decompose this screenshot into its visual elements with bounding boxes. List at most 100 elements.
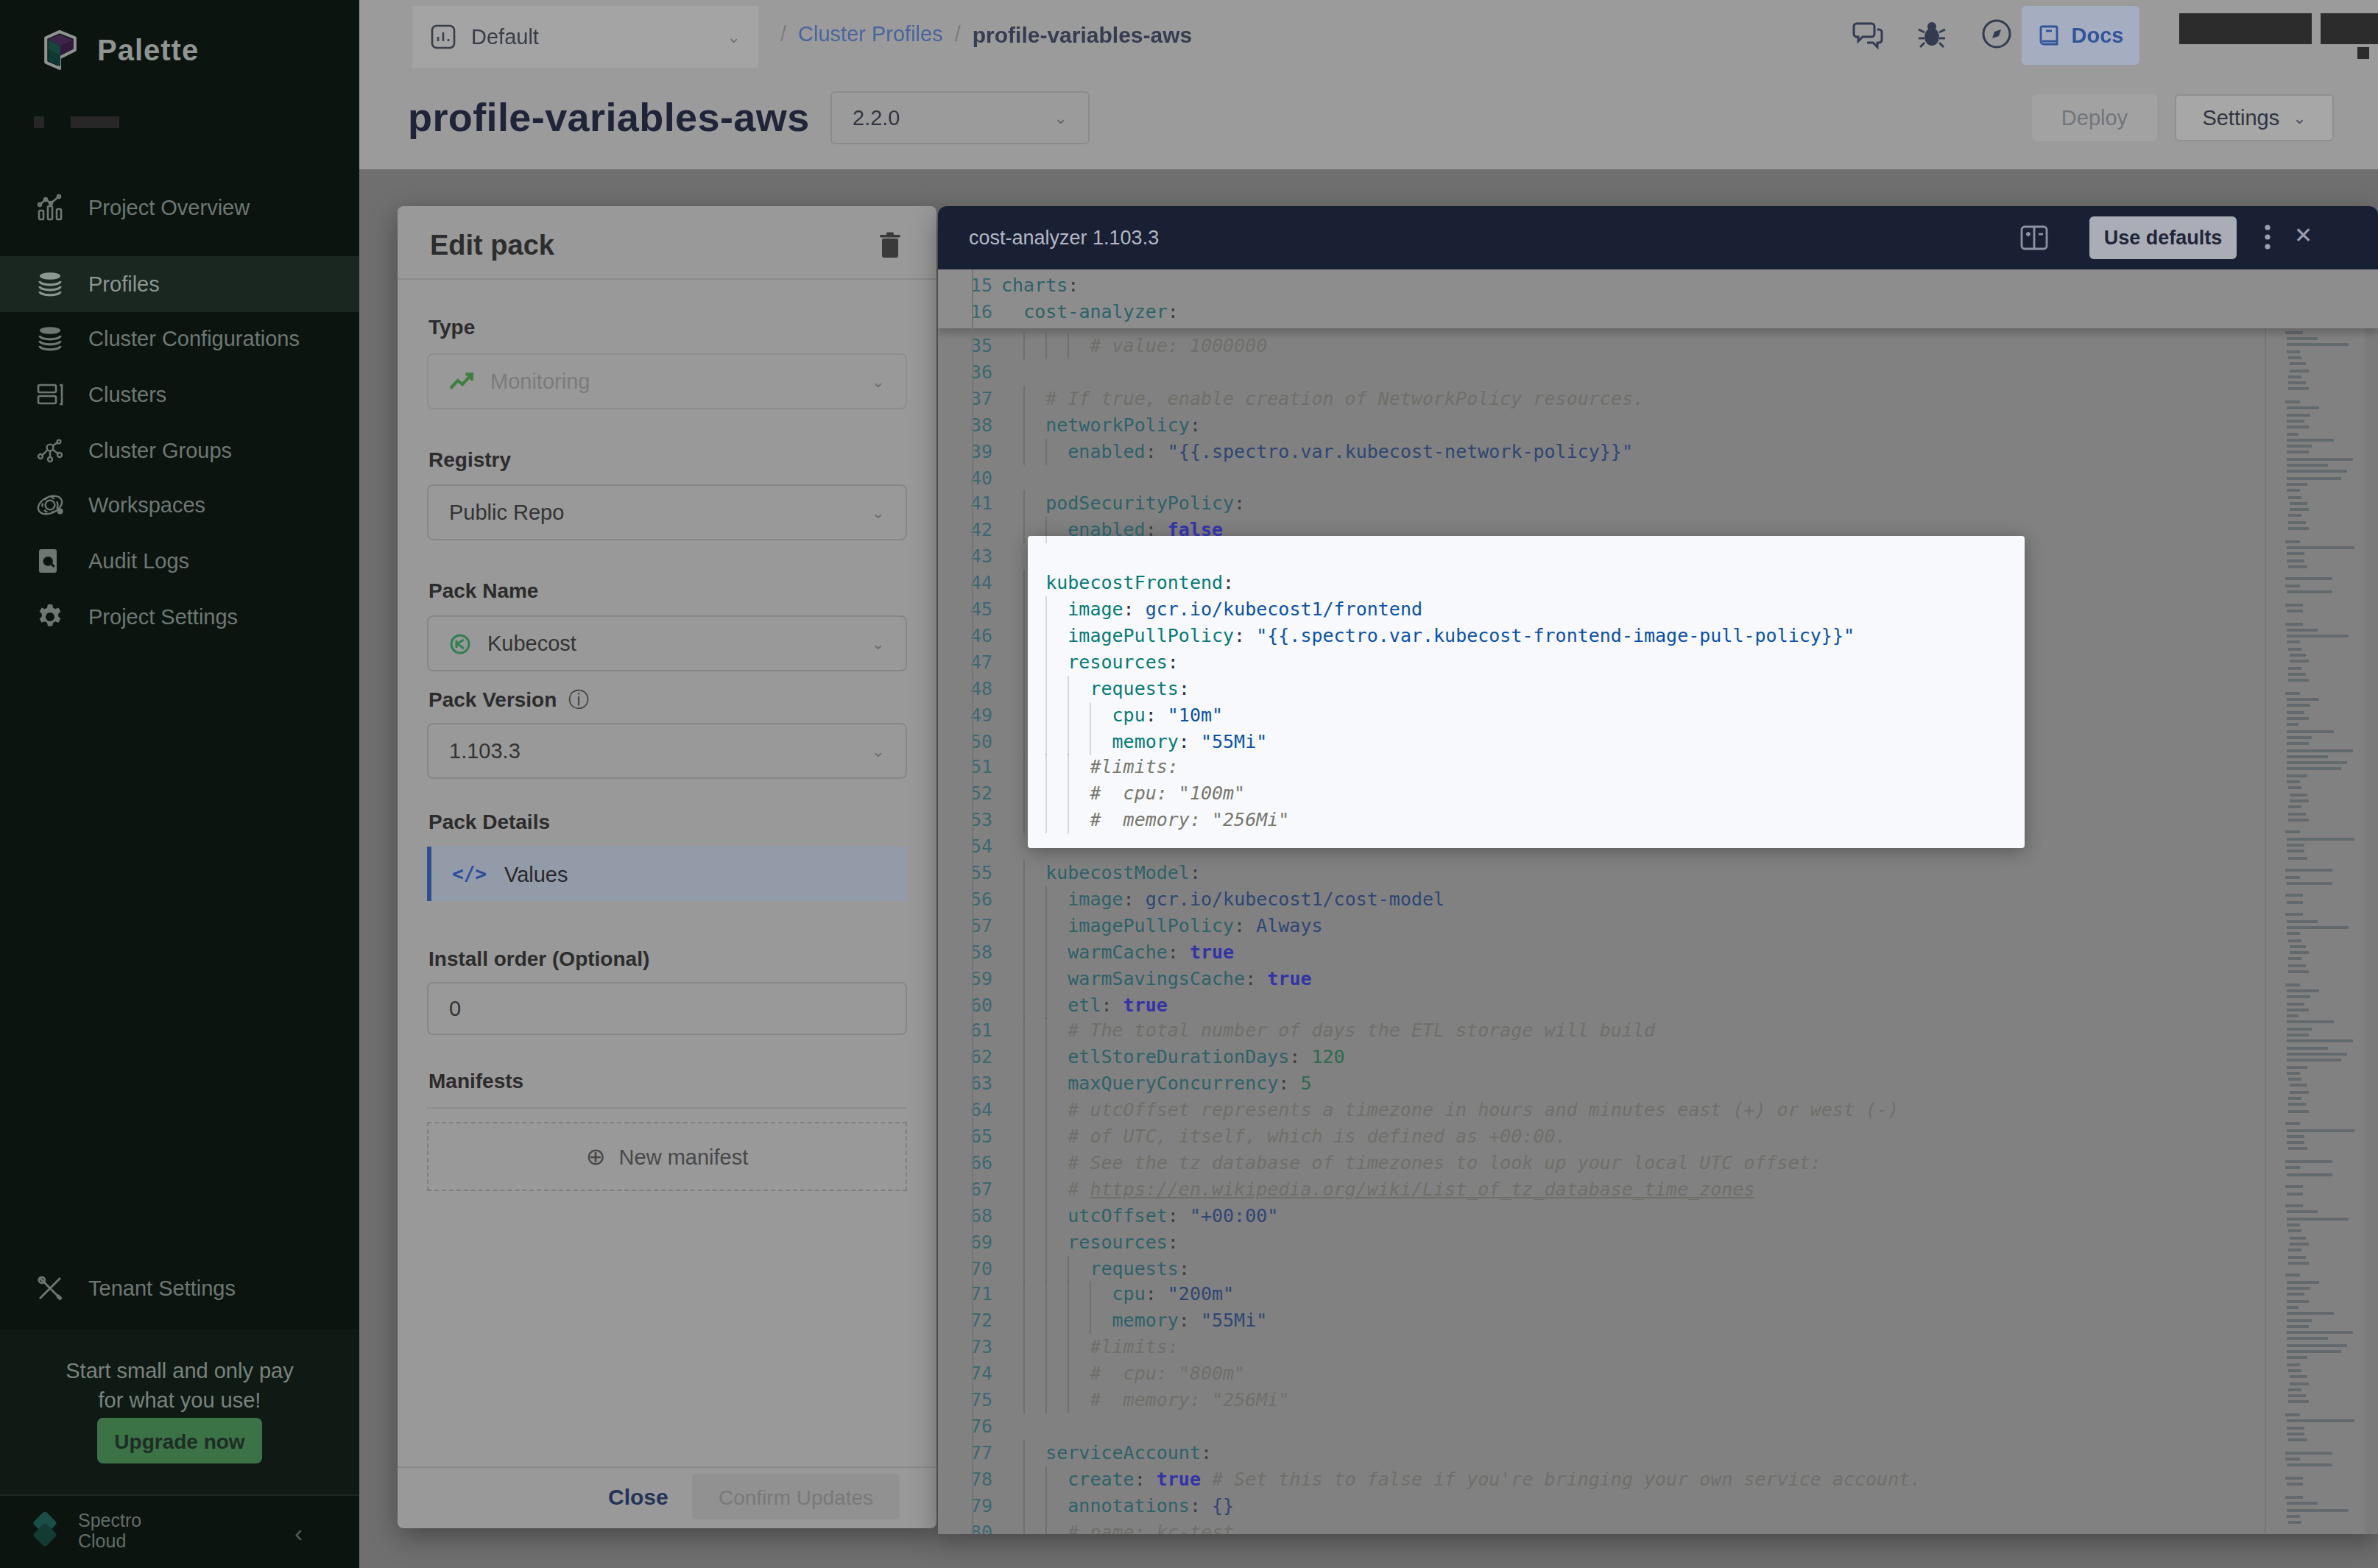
chevron-down-icon: ⌄ (2293, 108, 2306, 127)
code-line-16: 16 cost-analyzer: (938, 299, 2322, 325)
gear-icon (35, 602, 65, 632)
delete-pack-button[interactable] (878, 231, 903, 259)
breadcrumb-cluster-profiles[interactable]: Cluster Profiles (798, 22, 943, 46)
sidebar-item-project-overview[interactable]: Project Overview (0, 180, 359, 236)
upgrade-now-button[interactable]: Upgrade now (97, 1418, 262, 1463)
pack-details-values-item[interactable]: </> Values (427, 847, 907, 901)
sidebar-item-label: Cluster Groups (88, 439, 232, 462)
pack-name-select[interactable]: Kubecost ⌄ (427, 615, 907, 671)
new-manifest-label: New manifest (619, 1145, 749, 1168)
sidebar-item-label: Cluster Configurations (88, 327, 300, 350)
deploy-button[interactable]: Deploy (2032, 94, 2157, 141)
pack-version-select[interactable]: 1.103.3 ⌄ (427, 723, 907, 779)
sidebar-item-label: Audit Logs (88, 549, 189, 573)
edit-pack-title: Edit pack (430, 230, 554, 262)
page-title: profile-variables-aws (408, 96, 810, 141)
docs-button[interactable]: Docs (2022, 6, 2139, 65)
sidebar-item-cluster-configurations[interactable]: Cluster Configurations (0, 311, 359, 367)
editor-scrollbar[interactable] (2365, 269, 2378, 1534)
book-icon (2038, 24, 2061, 47)
close-button[interactable]: Close (608, 1484, 668, 1509)
values-label: Values (504, 862, 568, 886)
close-icon[interactable]: ✕ (2294, 222, 2312, 249)
upsell-text-line2: for what you use! (99, 1388, 261, 1412)
install-order-value: 0 (449, 997, 461, 1020)
code-line-74: 74 # cpu: "800m" (938, 1360, 2322, 1387)
code-line-46: 46 imagePullPolicy: "{{.spectro.var.kube… (938, 623, 2322, 649)
code-line-68: 68 utcOffset: "+00:00" (938, 1202, 2322, 1229)
sidebar-item-workspaces[interactable]: Workspaces (0, 477, 359, 533)
code-line-51: 51 #limits: (938, 755, 2322, 781)
divider (398, 1466, 936, 1468)
code-line-35: 35 # value: 1000000 (938, 333, 2322, 359)
registry-select[interactable]: Public Repo ⌄ (427, 484, 907, 540)
brand-line2: Cloud (78, 1531, 126, 1552)
code-line-36: 36 (938, 359, 2322, 386)
type-label: Type (428, 315, 475, 339)
chat-icon[interactable] (1852, 18, 1885, 50)
sidebar-item-cluster-groups[interactable]: Cluster Groups (0, 423, 359, 478)
registry-value: Public Repo (449, 501, 564, 524)
layers-icon (35, 324, 65, 353)
code-line-70: 70 requests: (938, 1255, 2322, 1282)
code-line-58: 58 warmCache: true (938, 939, 2322, 965)
sidebar-item-label: Clusters (88, 383, 166, 406)
code-line-47: 47 resources: (938, 649, 2322, 676)
kebab-menu-icon[interactable] (2265, 224, 2271, 250)
palette-app: Palette Project Overview Profiles Cluster … (0, 0, 2378, 1568)
code-icon: </> (452, 863, 487, 885)
settings-button[interactable]: Settings ⌄ (2175, 94, 2334, 141)
install-order-input[interactable]: 0 (427, 982, 907, 1035)
bar-chart-icon (35, 193, 65, 222)
confirm-updates-button[interactable]: Confirm Updates (692, 1474, 900, 1519)
redacted-block (71, 116, 119, 128)
use-defaults-button[interactable]: Use defaults (2089, 216, 2237, 259)
tools-icon (35, 1274, 65, 1303)
brand-line1: Spectro (78, 1511, 141, 1531)
upsell-box: Start small and only pay for what you us… (0, 1329, 359, 1494)
divider (427, 1107, 907, 1109)
new-manifest-button[interactable]: ⊕ New manifest (427, 1122, 907, 1191)
sidebar-item-clusters[interactable]: Clusters (0, 367, 359, 423)
kubecost-icon (449, 632, 471, 654)
code-line-77: 77 serviceAccount: (938, 1440, 2322, 1466)
code-line-44: 44 kubecostFrontend: (938, 570, 2322, 596)
code-line-40: 40 (938, 465, 2322, 491)
code-line-50: 50 memory: "55Mi" (938, 728, 2322, 755)
divider (398, 278, 936, 280)
code-line-57: 57 imagePullPolicy: Always (938, 913, 2322, 939)
sidebar-item-profiles[interactable]: Profiles (0, 256, 359, 312)
sidebar-item-tenant-settings[interactable]: Tenant Settings (0, 1260, 359, 1316)
breadcrumb-current: profile-variables-aws (973, 21, 1192, 46)
project-selector[interactable]: Default ⌄ (412, 6, 758, 68)
code-line-15: 15charts: (938, 272, 2322, 299)
type-select[interactable]: Monitoring ⌄ (427, 353, 907, 409)
code-line-63: 63 maxQueryConcurrency: 5 (938, 1070, 2322, 1097)
sidebar-item-label: Profiles (88, 272, 160, 296)
bug-icon[interactable] (1916, 18, 1948, 50)
sidebar-collapse-chevron[interactable]: ‹ (294, 1519, 303, 1549)
version-select[interactable]: 2.2.0 ⌄ (830, 91, 1090, 144)
plus-icon: ⊕ (586, 1143, 606, 1170)
pack-version-value: 1.103.3 (449, 739, 521, 763)
chevron-down-icon: ⌄ (727, 27, 741, 46)
pack-name-value: Kubecost (487, 632, 576, 655)
code-line-45: 45 image: gcr.io/kubecost1/frontend (938, 596, 2322, 623)
breadcrumb: / Cluster Profiles / profile-variables-a… (780, 16, 1192, 52)
sidebar-item-audit-logs[interactable]: Audit Logs (0, 533, 359, 589)
settings-label: Settings (2202, 106, 2279, 130)
palette-logo[interactable]: Palette (41, 29, 199, 72)
info-icon: ⓘ (568, 688, 589, 711)
redacted-user (2179, 13, 2312, 44)
diff-icon[interactable] (2020, 225, 2048, 250)
yaml-editor[interactable]: 15charts:16 cost-analyzer: 35 # value: 1… (938, 269, 2378, 1534)
help-compass-icon[interactable] (1980, 18, 2013, 50)
pack-values-dialog: cost-analyzer 1.103.3 Use defaults ✕ 15c… (938, 206, 2378, 1534)
code-line-60: 60 etl: true (938, 992, 2322, 1018)
code-line-64: 64 # utcOffset represents a timezone in … (938, 1097, 2322, 1123)
chevron-down-icon: ⌄ (872, 741, 885, 760)
sidebar-item-project-settings[interactable]: Project Settings (0, 589, 359, 645)
project-icon (430, 24, 456, 50)
code-line-78: 78 create: true # Set this to false if y… (938, 1466, 2322, 1492)
code-line-79: 79 annotations: {} (938, 1492, 2322, 1519)
